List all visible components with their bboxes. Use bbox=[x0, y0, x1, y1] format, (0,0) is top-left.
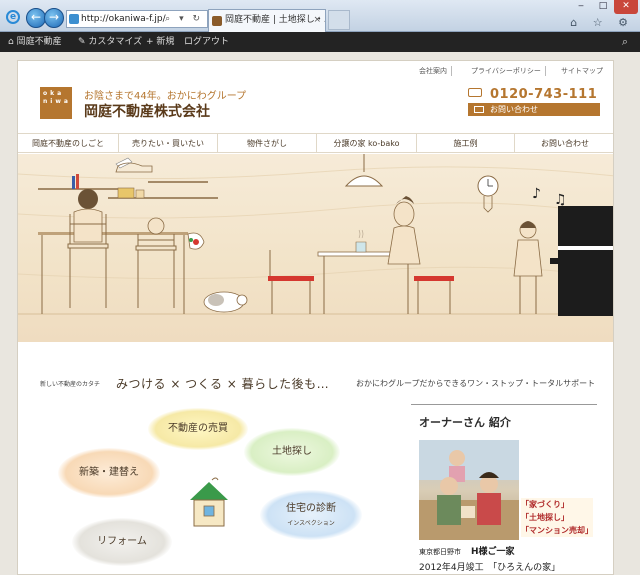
brush-icon: ✎ bbox=[78, 37, 89, 47]
parrot-icon bbox=[187, 232, 205, 250]
bubble-inspection[interactable]: 住宅の診断 インスペクション bbox=[260, 490, 362, 540]
bubble-inspection-title: 住宅の診断 bbox=[286, 503, 336, 514]
tab-active[interactable]: 岡庭不動産 | 土地探し・... × bbox=[208, 9, 326, 32]
nav-item-ko-bako[interactable]: 分譲の家 ko-bako bbox=[317, 134, 417, 153]
bubble-inspection-sub: インスペクション bbox=[287, 520, 335, 527]
utility-link-sitemap[interactable]: サイトマップ bbox=[561, 66, 603, 76]
owner-location: 東京都日野市 H様ご一家 bbox=[419, 544, 515, 557]
music-note-icon: ♪ bbox=[532, 186, 541, 202]
section-divider bbox=[411, 404, 597, 405]
bubble-new-build[interactable]: 新築・建替え bbox=[58, 448, 160, 498]
new-tab-button[interactable] bbox=[328, 10, 350, 30]
tab-title: 岡庭不動産 | 土地探し・... bbox=[225, 15, 326, 25]
admin-new-label: 新規 bbox=[156, 37, 175, 47]
owner-name[interactable]: H様ご一家 bbox=[471, 547, 515, 557]
address-bar[interactable]: http://okaniwa-f.jp/ ⌕ ▾ ↻ bbox=[66, 10, 208, 28]
close-window-button[interactable]: ✕ bbox=[614, 0, 638, 14]
plus-icon: + bbox=[146, 37, 157, 47]
utility-link-privacy[interactable]: プライバシーポリシー bbox=[471, 66, 541, 76]
tagline-motto: みつける × つくる × 暮らした後も… bbox=[116, 377, 330, 391]
site-favicon-icon bbox=[69, 14, 79, 24]
tab-favicon-icon bbox=[212, 16, 222, 26]
logo-line-1: oka bbox=[43, 90, 65, 97]
utility-divider bbox=[545, 66, 546, 76]
utility-divider bbox=[451, 66, 452, 76]
cat-icon bbox=[203, 291, 248, 313]
badge-house-building: 「家づくり」 bbox=[521, 498, 593, 511]
utility-nav: 会社案内 プライバシーポリシー サイトマップ bbox=[413, 66, 613, 78]
bubble-buy-sell[interactable]: 不動産の売買 bbox=[148, 408, 248, 450]
browser-chrome: e ← → http://okaniwa-f.jp/ ⌕ ▾ ↻ 岡庭不動産 |… bbox=[0, 0, 640, 32]
contact-button[interactable]: お問い合わせ bbox=[468, 103, 600, 116]
girl-figure bbox=[513, 221, 543, 314]
admin-site-link[interactable]: ⌂ 岡庭不動産 bbox=[8, 32, 62, 52]
owner-date: 2012年4月竣工 「ひろえんの家」 bbox=[419, 563, 561, 573]
bubble-reform[interactable]: リフォーム bbox=[72, 518, 172, 566]
music-note-icon: ♫ bbox=[554, 192, 567, 208]
freedial-icon bbox=[468, 88, 482, 97]
admin-bar: ⌂ 岡庭不動産 ✎ カスタマイズ + 新規 ログアウト ⌕ bbox=[0, 32, 640, 52]
tagline-sub: おかにわグループだからできるワン・ストップ・トータルサポート bbox=[356, 379, 596, 388]
badge-land-search: 「土地探し」 bbox=[521, 511, 593, 524]
address-url: http://okaniwa-f.jp/ bbox=[81, 14, 166, 24]
phone-digits: 0120-743-111 bbox=[490, 87, 598, 102]
tab-close-icon[interactable]: × bbox=[313, 10, 321, 30]
admin-site-name: 岡庭不動産 bbox=[16, 37, 62, 47]
admin-customize-label: カスタマイズ bbox=[88, 37, 143, 47]
nav-item-contact[interactable]: お問い合わせ bbox=[515, 134, 613, 153]
mail-icon bbox=[474, 106, 484, 113]
logo-line-2: niwa bbox=[43, 98, 71, 105]
dashboard-icon: ⌂ bbox=[8, 37, 17, 47]
site-container: 会社案内 プライバシーポリシー サイトマップ oka niwa お陰さまで44年… bbox=[17, 60, 614, 575]
forward-button[interactable]: → bbox=[44, 8, 64, 28]
page-viewport: 会社案内 プライバシーポリシー サイトマップ oka niwa お陰さまで44年… bbox=[0, 52, 640, 575]
stool-left bbox=[268, 250, 314, 314]
header-tagline: お陰さまで44年。おかにわグループ bbox=[84, 91, 247, 102]
piano-icon bbox=[550, 206, 613, 316]
badge-mansion-sale: 「マンション売却」 bbox=[521, 524, 593, 537]
child-figure-2 bbox=[135, 217, 177, 308]
tagline-row: 新しい不動産のカタチ みつける × つくる × 暮らした後も… おかにわグループ… bbox=[18, 373, 613, 393]
family-illustration bbox=[419, 440, 519, 540]
ie-logo-icon: e bbox=[6, 10, 20, 24]
back-button[interactable]: ← bbox=[26, 8, 46, 28]
admin-new-link[interactable]: + 新規 bbox=[146, 32, 174, 52]
phone-number: 0120-743-111 bbox=[468, 87, 598, 102]
hero-illustration: ♪ ♫ bbox=[18, 154, 613, 342]
nav-item-property-search[interactable]: 物件さがし bbox=[218, 134, 317, 153]
stool-right bbox=[414, 276, 454, 314]
admin-customize-link[interactable]: ✎ カスタマイズ bbox=[78, 32, 142, 52]
company-logo[interactable]: oka niwa bbox=[40, 87, 72, 119]
admin-search-icon[interactable]: ⌕ bbox=[622, 32, 628, 52]
company-name[interactable]: 岡庭不動産株式会社 bbox=[84, 101, 210, 121]
admin-logout-link[interactable]: ログアウト bbox=[184, 32, 229, 52]
tagline-label: 新しい不動産のカタチ bbox=[40, 381, 101, 388]
owner-family-photo[interactable] bbox=[419, 440, 519, 540]
wall-clock-icon bbox=[477, 175, 499, 213]
global-nav: 岡庭不動産のしごと 売りたい・買いたい 物件さがし 分譲の家 ko-bako 施… bbox=[18, 133, 613, 153]
house-icon bbox=[190, 477, 228, 527]
bubble-land-search[interactable]: 土地探し bbox=[244, 428, 340, 476]
nav-item-examples[interactable]: 施工例 bbox=[417, 134, 515, 153]
woman-figure bbox=[387, 196, 421, 265]
child-figure-1 bbox=[67, 189, 109, 308]
minimize-button[interactable]: ‒ bbox=[570, 0, 592, 14]
utility-link-company[interactable]: 会社案内 bbox=[419, 66, 447, 76]
owner-badges: 「家づくり」 「土地探し」 「マンション売却」 bbox=[521, 498, 593, 537]
browser-toolbar-icons[interactable]: ⌂ ☆ ⚙ bbox=[570, 16, 634, 29]
nav-item-work[interactable]: 岡庭不動産のしごと bbox=[18, 134, 119, 153]
hero-scene-svg: ♪ ♫ bbox=[18, 154, 613, 316]
owner-section-title: オーナーさん 紹介 bbox=[419, 416, 511, 429]
service-bubbles: 不動産の売買 土地探し 新築・建替え 住宅の診断 インスペクション リフォーム bbox=[38, 406, 398, 574]
contact-button-label: お問い合わせ bbox=[490, 105, 538, 114]
owner-city: 東京都日野市 bbox=[419, 548, 461, 556]
maximize-button[interactable]: □ bbox=[592, 0, 614, 14]
nav-item-buy-sell[interactable]: 売りたい・買いたい bbox=[119, 134, 218, 153]
address-tools[interactable]: ⌕ ▾ ↻ bbox=[165, 11, 203, 27]
